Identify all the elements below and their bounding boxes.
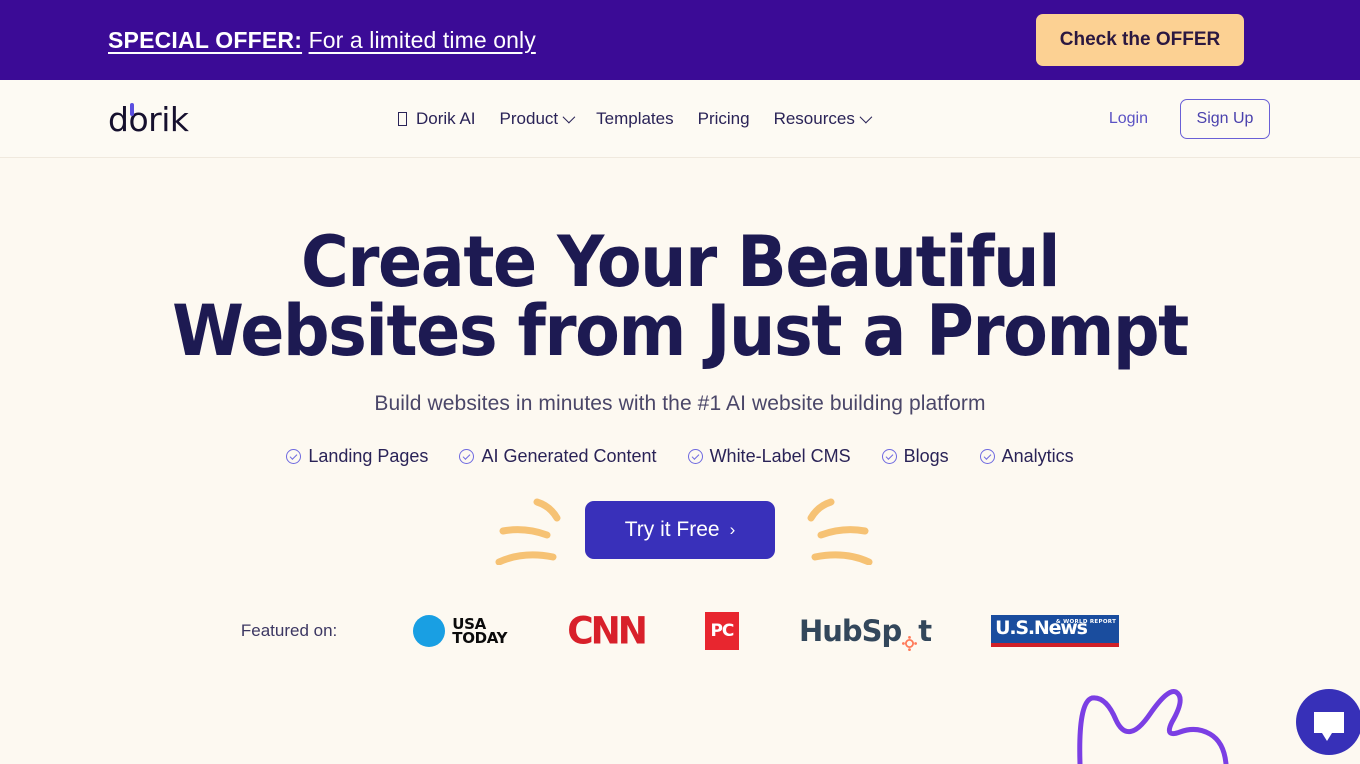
usa-today-dot-icon bbox=[413, 615, 446, 648]
hubspot-wordmark-b: t bbox=[918, 614, 932, 649]
feature-label: White-Label CMS bbox=[709, 446, 851, 467]
nav-item-label: Product bbox=[499, 108, 559, 128]
hero-section: Create Your Beautiful Websites from Just… bbox=[0, 158, 1360, 764]
nav-item-label: Dorik AI bbox=[416, 108, 476, 128]
feature-item-landing-pages: Landing Pages bbox=[286, 446, 428, 467]
feature-label: AI Generated Content bbox=[481, 446, 657, 467]
pc-mag-wordmark: PC bbox=[710, 621, 734, 642]
promo-message: SPECIAL OFFER: For a limited time only bbox=[108, 27, 536, 54]
nav-item-label: Templates bbox=[596, 108, 674, 128]
nav-item-product[interactable]: Product bbox=[499, 108, 576, 129]
check-offer-button[interactable]: Check the OFFER bbox=[1036, 14, 1244, 66]
hero-subheading: Build websites in minutes with the #1 AI… bbox=[374, 392, 986, 416]
check-circle-icon bbox=[687, 449, 703, 465]
logo-wordmark: dorik bbox=[108, 99, 189, 139]
feature-item-blogs: Blogs bbox=[881, 446, 949, 467]
nav-item-label: Pricing bbox=[697, 108, 750, 128]
usa-today-line-2: TODAY bbox=[452, 629, 508, 648]
sparkle-icon bbox=[398, 111, 407, 126]
feature-item-ai-generated-content: AI Generated Content bbox=[459, 446, 657, 467]
us-news-subtitle: & WORLD REPORT bbox=[1055, 619, 1117, 626]
featured-on-label: Featured on: bbox=[240, 621, 338, 641]
check-circle-icon bbox=[286, 449, 302, 465]
us-news-stripe bbox=[991, 643, 1120, 648]
squiggle-decoration-icon bbox=[1077, 689, 1229, 764]
press-logo-hubspot: HubSp t bbox=[798, 611, 932, 651]
nav-item-pricing[interactable]: Pricing bbox=[698, 109, 750, 129]
nav-item-resources[interactable]: Resources bbox=[773, 108, 873, 129]
featured-on-row: Featured on: USA TODAY CNN PC HubSp t U.… bbox=[0, 609, 1360, 653]
nav-item-label: Resources bbox=[773, 108, 855, 128]
chat-widget-button[interactable] bbox=[1296, 689, 1360, 755]
press-logo-usa-today: USA TODAY bbox=[413, 611, 508, 651]
logo-accent-mark bbox=[130, 102, 134, 116]
press-logo-us-news: U.S.News & WORLD REPORT bbox=[991, 611, 1120, 651]
hero-heading-line-2: Websites from Just a Prompt bbox=[172, 289, 1189, 372]
navbar: dorik Dorik AI Product Templates Pricing… bbox=[0, 80, 1360, 158]
dorik-logo[interactable]: dorik bbox=[108, 99, 189, 139]
hubspot-sprocket-icon bbox=[902, 624, 918, 651]
hubspot-wordmark-a: HubSp bbox=[798, 614, 902, 649]
feature-item-white-label-cms: White-Label CMS bbox=[687, 446, 851, 467]
sign-up-button[interactable]: Sign Up bbox=[1180, 98, 1270, 139]
promo-banner: SPECIAL OFFER: For a limited time only C… bbox=[0, 0, 1360, 80]
nav-actions: Login Sign Up bbox=[1109, 98, 1270, 139]
chat-bubble-icon bbox=[1314, 711, 1344, 741]
cta-label: Try it Free bbox=[624, 518, 720, 542]
feature-item-analytics: Analytics bbox=[979, 446, 1074, 467]
chevron-down-icon bbox=[562, 110, 576, 124]
login-link[interactable]: Login bbox=[1109, 110, 1148, 128]
check-circle-icon bbox=[979, 449, 995, 465]
feature-label: Blogs bbox=[903, 446, 949, 467]
promo-message-rest: For a limited time only bbox=[308, 26, 536, 53]
page-title: Create Your Beautiful Websites from Just… bbox=[48, 158, 1313, 366]
cta-container: Try it Free › bbox=[0, 493, 1360, 567]
feature-label: Landing Pages bbox=[308, 446, 429, 467]
nav-item-templates[interactable]: Templates bbox=[596, 109, 673, 129]
feature-list: Landing Pages AI Generated Content White… bbox=[0, 446, 1360, 467]
spark-lines-right-icon bbox=[807, 498, 873, 566]
check-circle-icon bbox=[459, 449, 475, 465]
check-circle-icon bbox=[881, 449, 897, 465]
chevron-right-icon: › bbox=[729, 520, 736, 540]
press-logo-cnn: CNN bbox=[567, 609, 648, 653]
chevron-down-icon bbox=[859, 110, 873, 124]
press-logo-pc-mag: PC bbox=[704, 611, 739, 651]
try-it-free-button[interactable]: Try it Free › bbox=[585, 501, 775, 560]
promo-message-strong: SPECIAL OFFER: bbox=[108, 26, 303, 53]
primary-nav: Dorik AI Product Templates Pricing Resou… bbox=[398, 108, 873, 129]
spark-lines-left-icon bbox=[495, 498, 561, 566]
feature-label: Analytics bbox=[1001, 446, 1074, 467]
nav-item-dorik-ai[interactable]: Dorik AI bbox=[398, 109, 476, 129]
cnn-wordmark: CNN bbox=[567, 609, 648, 653]
